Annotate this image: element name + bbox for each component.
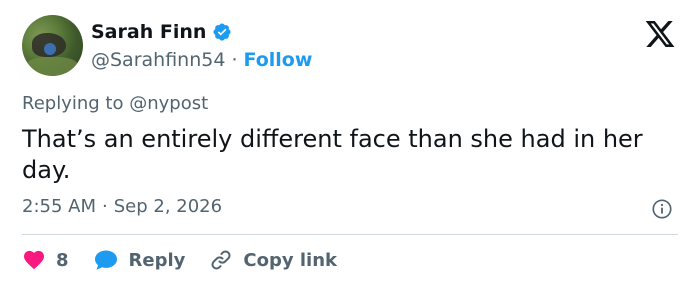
reply-label: Reply	[128, 249, 186, 271]
reply-button[interactable]: Reply	[93, 248, 186, 272]
reply-mention[interactable]: @nypost	[129, 93, 208, 114]
reply-bubble-icon	[94, 250, 117, 270]
heart-icon	[24, 250, 44, 270]
tweet-time: 2:55 AM	[22, 196, 96, 217]
author-name[interactable]: Sarah Finn	[91, 21, 206, 43]
verified-badge-icon	[213, 23, 231, 41]
link-icon	[211, 250, 231, 270]
follow-button[interactable]: Follow	[243, 49, 312, 71]
x-logo-icon[interactable]	[642, 18, 678, 50]
like-button[interactable]: 8	[22, 248, 69, 272]
author-handle[interactable]: @Sarahfinn54	[91, 49, 225, 71]
tweet-date: Sep 2, 2026	[113, 196, 223, 217]
copy-link-button[interactable]: Copy link	[209, 248, 337, 272]
divider	[22, 234, 678, 235]
reply-prefix: Replying to	[22, 93, 124, 114]
separator-dot: ·	[231, 49, 238, 71]
like-count: 8	[56, 249, 69, 271]
tweet-card: Sarah Finn @Sarahfinn54 · Follow Replyin…	[0, 0, 700, 287]
author-handle-row: @Sarahfinn54 · Follow	[91, 47, 312, 73]
reply-context: Replying to @nypost	[22, 93, 208, 114]
copy-link-label: Copy link	[243, 249, 337, 271]
action-bar: 8 Reply Copy link	[22, 246, 361, 274]
info-icon[interactable]	[651, 198, 673, 220]
author-name-row: Sarah Finn	[91, 19, 232, 45]
separator-dot: ·	[102, 196, 108, 217]
author-avatar[interactable]	[22, 15, 83, 76]
tweet-timestamp[interactable]: 2:55 AM · Sep 2, 2026	[22, 196, 222, 217]
tweet-text: That’s an entirely different face than s…	[22, 125, 643, 184]
